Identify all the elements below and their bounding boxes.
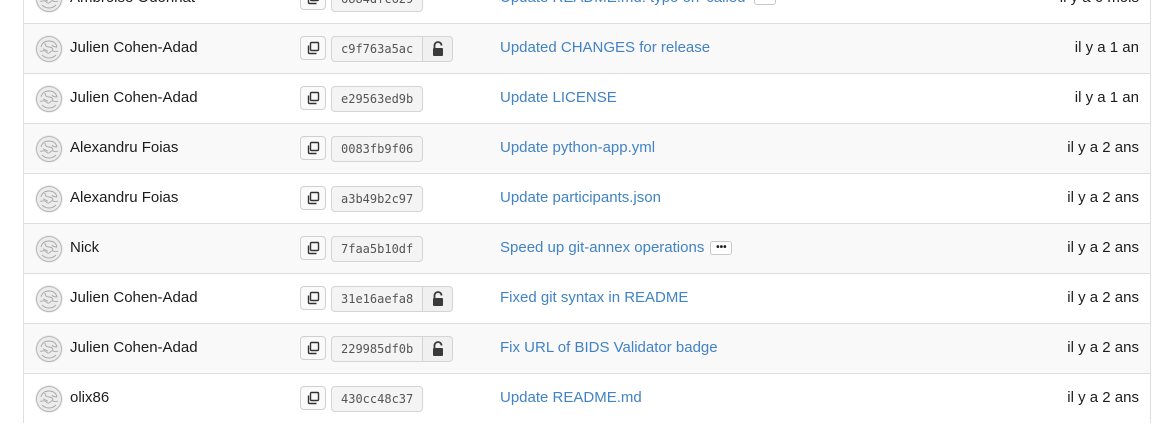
brain-avatar-icon[interactable] xyxy=(35,35,63,63)
commit-row: olix86 430cc48c37 Update README.md il y … xyxy=(24,373,1150,423)
commit-time: il y a 2 ans xyxy=(1067,389,1139,406)
commit-time: il y a 1 an xyxy=(1074,39,1139,56)
copy-icon xyxy=(307,0,320,5)
brain-avatar-icon[interactable] xyxy=(35,0,63,13)
copy-icon xyxy=(307,41,320,55)
sha-group: 7faa5b10df xyxy=(331,236,424,262)
copy-sha-button[interactable] xyxy=(300,36,326,60)
commit-message-link[interactable]: Update LICENSE xyxy=(500,89,617,107)
commit-message-link[interactable]: Update README.md xyxy=(500,389,642,407)
commit-row: Alexandru Foias a3b49b2c97 Update partic… xyxy=(24,173,1150,223)
sha-group: c9f763a5ac xyxy=(331,36,454,62)
commit-message-link[interactable]: Speed up git-annex operations ••• xyxy=(500,239,733,257)
commit-message-text[interactable]: Update LICENSE xyxy=(500,89,617,107)
commit-time: il y a 2 ans xyxy=(1067,339,1139,356)
lock-icon[interactable] xyxy=(423,286,454,312)
brain-avatar-icon[interactable] xyxy=(35,285,63,313)
sha-group: 229985df0b xyxy=(331,336,454,362)
commit-author[interactable]: Ambroise Odonnat xyxy=(70,0,195,7)
commit-message-link[interactable]: Update participants.json xyxy=(500,189,661,207)
commit-row: Nick 7faa5b10df Speed up git-annex opera… xyxy=(24,223,1150,273)
brain-avatar-icon[interactable] xyxy=(35,235,63,263)
sha-group: 31e16aefa8 xyxy=(331,286,454,312)
expand-message-button[interactable]: ••• xyxy=(710,241,733,255)
copy-sha-button[interactable] xyxy=(300,236,326,260)
commit-message-text[interactable]: Update README.md xyxy=(500,389,642,407)
brain-avatar-icon[interactable] xyxy=(35,385,63,413)
commit-message-link[interactable]: Update README.md: typo on 'called' ••• xyxy=(500,0,777,7)
brain-avatar-icon[interactable] xyxy=(35,335,63,363)
sha-group: 430cc48c37 xyxy=(331,386,424,412)
commit-author[interactable]: Alexandru Foias xyxy=(70,189,178,207)
commit-message-link[interactable]: Updated CHANGES for release xyxy=(500,39,710,57)
commit-message-text[interactable]: Updated CHANGES for release xyxy=(500,39,710,57)
copy-icon xyxy=(307,391,320,405)
copy-icon xyxy=(307,191,320,205)
commit-row: Julien Cohen-Adad 31e16aefa8 Fixed git s… xyxy=(24,273,1150,323)
commit-message-text[interactable]: Update participants.json xyxy=(500,189,661,207)
commit-message-text[interactable]: Update python-app.yml xyxy=(500,139,655,157)
commit-time: il y a 2 ans xyxy=(1067,189,1139,206)
commit-message-link[interactable]: Update python-app.yml xyxy=(500,139,655,157)
commit-author[interactable]: Nick xyxy=(70,239,99,257)
commit-sha-link[interactable]: 6884dfc629 xyxy=(331,0,424,12)
copy-sha-button[interactable] xyxy=(300,286,326,310)
commit-message-text[interactable]: Update README.md: typo on 'called' xyxy=(500,0,748,7)
commit-author[interactable]: olix86 xyxy=(70,389,109,407)
commit-row: Ambroise Odonnat 6884dfc629 Update READM… xyxy=(24,0,1150,23)
commit-author[interactable]: Julien Cohen-Adad xyxy=(70,289,198,307)
commit-message-text[interactable]: Speed up git-annex operations xyxy=(500,239,704,257)
commit-sha-link[interactable]: 7faa5b10df xyxy=(331,236,424,262)
commit-author[interactable]: Julien Cohen-Adad xyxy=(70,339,198,357)
copy-icon xyxy=(307,291,320,305)
sha-group: 0083fb9f06 xyxy=(331,136,424,162)
commit-sha-link[interactable]: a3b49b2c97 xyxy=(331,186,424,212)
commit-sha-link[interactable]: 430cc48c37 xyxy=(331,386,424,412)
copy-icon xyxy=(307,341,320,355)
sha-group: e29563ed9b xyxy=(331,86,424,112)
commit-message-link[interactable]: Fixed git syntax in README xyxy=(500,289,688,307)
commit-sha-link[interactable]: 0083fb9f06 xyxy=(331,136,424,162)
commit-time: il y a 2 ans xyxy=(1067,289,1139,306)
commit-sha-link[interactable]: 229985df0b xyxy=(331,336,424,362)
lock-icon[interactable] xyxy=(423,36,454,62)
lock-icon[interactable] xyxy=(423,336,454,362)
commit-author[interactable]: Julien Cohen-Adad xyxy=(70,89,198,107)
copy-icon xyxy=(307,141,320,155)
copy-sha-button[interactable] xyxy=(300,386,326,410)
copy-sha-button[interactable] xyxy=(300,336,326,360)
brain-avatar-icon[interactable] xyxy=(35,185,63,213)
copy-sha-button[interactable] xyxy=(300,86,326,110)
commit-time: il y a 6 mois xyxy=(1060,0,1139,7)
commit-time: il y a 2 ans xyxy=(1067,239,1139,256)
commit-sha-link[interactable]: c9f763a5ac xyxy=(331,36,424,62)
commit-author[interactable]: Alexandru Foias xyxy=(70,139,178,157)
commit-row: Julien Cohen-Adad e29563ed9b Update LICE… xyxy=(24,73,1150,123)
commit-list: Ambroise Odonnat 6884dfc629 Update READM… xyxy=(23,0,1151,423)
commit-message-text[interactable]: Fix URL of BIDS Validator badge xyxy=(500,339,718,357)
commit-row: Alexandru Foias 0083fb9f06 Update python… xyxy=(24,123,1150,173)
brain-avatar-icon[interactable] xyxy=(35,135,63,163)
expand-message-button[interactable]: ••• xyxy=(754,0,777,5)
commit-time: il y a 1 an xyxy=(1074,89,1139,106)
commit-row: Julien Cohen-Adad 229985df0b Fix URL of … xyxy=(24,323,1150,373)
commit-author[interactable]: Julien Cohen-Adad xyxy=(70,39,198,57)
brain-avatar-icon[interactable] xyxy=(35,85,63,113)
copy-sha-button[interactable] xyxy=(300,0,326,10)
commit-row: Julien Cohen-Adad c9f763a5ac Updated CHA… xyxy=(24,23,1150,73)
commit-message-link[interactable]: Fix URL of BIDS Validator badge xyxy=(500,339,718,357)
sha-group: a3b49b2c97 xyxy=(331,186,424,212)
copy-sha-button[interactable] xyxy=(300,136,326,160)
commit-message-text[interactable]: Fixed git syntax in README xyxy=(500,289,688,307)
commit-sha-link[interactable]: 31e16aefa8 xyxy=(331,286,424,312)
copy-icon xyxy=(307,91,320,105)
commit-sha-link[interactable]: e29563ed9b xyxy=(331,86,424,112)
copy-sha-button[interactable] xyxy=(300,186,326,210)
commit-time: il y a 2 ans xyxy=(1067,139,1139,156)
copy-icon xyxy=(307,241,320,255)
sha-group: 6884dfc629 xyxy=(331,0,424,12)
